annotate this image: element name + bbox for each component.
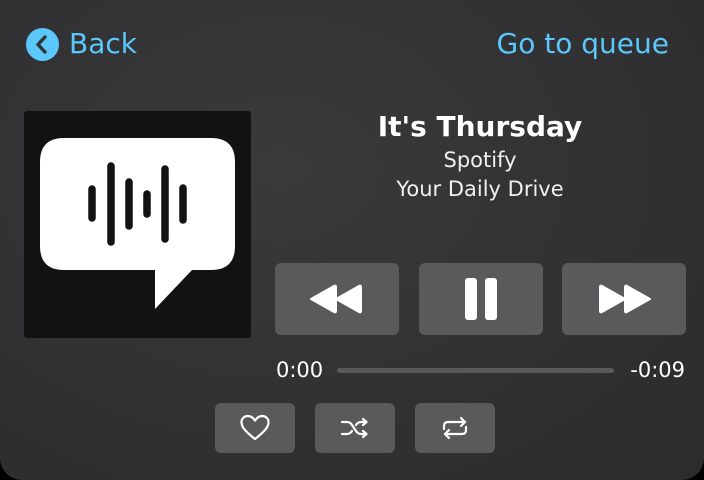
pause-button[interactable]	[419, 263, 543, 335]
track-album: Your Daily Drive	[396, 177, 564, 201]
rewind-icon	[310, 284, 362, 314]
shuffle-icon	[340, 417, 368, 439]
progress-bar[interactable]	[337, 368, 614, 373]
now-playing-panel: Back Go to queue It's Thursday Spotify Y…	[0, 0, 704, 480]
fast-forward-icon	[599, 284, 651, 314]
shuffle-button[interactable]	[315, 403, 395, 453]
remaining-time: -0:09	[630, 358, 685, 382]
elapsed-time: 0:00	[276, 358, 324, 382]
repeat-button[interactable]	[415, 403, 495, 453]
track-info: It's Thursday Spotify Your Daily Drive	[275, 108, 685, 204]
speech-bubble-waveform-icon	[40, 138, 235, 309]
back-button[interactable]: Back	[26, 26, 137, 62]
track-artist: Spotify	[443, 148, 517, 172]
chevron-left-icon	[26, 27, 59, 61]
back-label: Back	[69, 27, 137, 60]
go-to-queue-link[interactable]: Go to queue	[497, 26, 669, 62]
track-title: It's Thursday	[377, 110, 583, 143]
album-artwork	[24, 111, 251, 338]
like-button[interactable]	[215, 403, 295, 453]
rewind-button[interactable]	[275, 263, 399, 335]
fast-forward-button[interactable]	[562, 263, 686, 335]
heart-icon	[240, 414, 270, 441]
repeat-icon	[442, 416, 468, 440]
pause-icon	[465, 278, 497, 320]
